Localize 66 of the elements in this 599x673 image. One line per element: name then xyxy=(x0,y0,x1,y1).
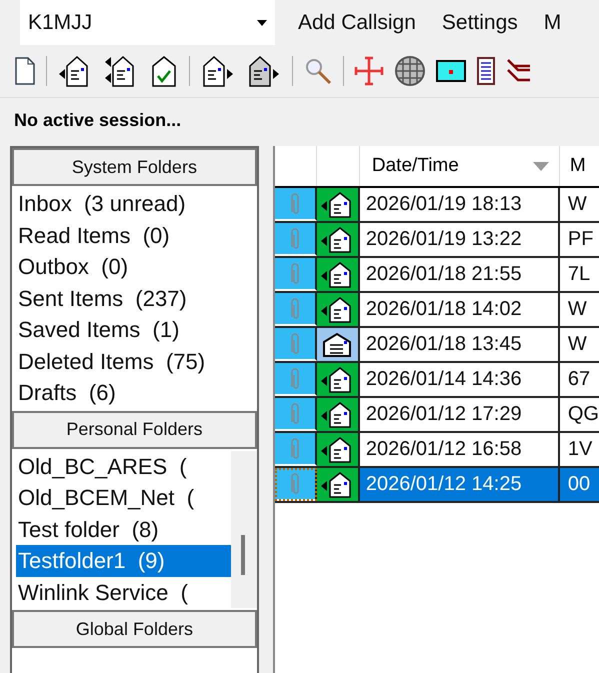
globe-icon[interactable] xyxy=(394,55,426,87)
folder-item[interactable]: Winlink Service ( xyxy=(12,576,231,608)
menu-item[interactable]: M xyxy=(538,10,568,34)
column-header[interactable]: M xyxy=(560,146,599,186)
folder-item[interactable]: Saved Items (1) xyxy=(12,314,257,346)
date-cell: 2026/01/18 13:45 xyxy=(360,328,560,361)
new-document-icon[interactable] xyxy=(14,56,36,86)
envelope-icon xyxy=(321,332,354,358)
table-cell-text: W xyxy=(566,297,588,322)
folder-item[interactable]: Drafts (6) xyxy=(12,377,257,408)
screen-icon[interactable] xyxy=(436,60,466,82)
search-icon[interactable] xyxy=(303,56,333,86)
paperclip-icon xyxy=(288,296,301,320)
table-cell: 00 xyxy=(560,468,599,501)
date-cell: 2026/01/12 16:58 xyxy=(360,433,560,466)
table-cell-text: 7L xyxy=(566,262,592,287)
callsign-dropdown[interactable]: K1MJJ xyxy=(20,0,275,45)
paperclip-icon xyxy=(288,332,301,356)
folder-item[interactable]: Test folder (8) xyxy=(12,514,231,545)
message-row[interactable]: 2026/01/19 13:22 PF xyxy=(274,223,599,258)
date-cell: 2026/01/18 21:55 xyxy=(360,258,560,291)
scrollbar[interactable] xyxy=(230,450,257,608)
menu-item[interactable]: Settings xyxy=(436,10,524,34)
column-header[interactable]: Date/Time xyxy=(360,146,560,186)
caret-icon xyxy=(257,20,267,26)
message-row[interactable]: 2026/01/19 18:13 W xyxy=(274,188,599,223)
table-cell-text: QG xyxy=(566,402,599,427)
session-status: No active session... xyxy=(13,109,182,132)
date-cell: 2026/01/19 13:22 xyxy=(360,223,560,256)
folder-item[interactable]: Deleted Items (75) xyxy=(12,346,257,377)
folder-item[interactable]: Old_BCEM_Net ( xyxy=(12,482,231,514)
paperclip-icon xyxy=(288,262,301,286)
list-document-icon[interactable] xyxy=(476,56,496,86)
table-cell-text: 1V xyxy=(566,437,594,462)
paperclip-icon xyxy=(288,472,301,496)
folder-item[interactable]: Sent Items (237) xyxy=(12,282,257,314)
folder-section-header[interactable]: System Folders xyxy=(12,148,257,186)
menu-item[interactable]: Add Callsign xyxy=(292,10,422,34)
date-cell: 2026/01/14 14:36 xyxy=(360,363,560,396)
paperclip-icon xyxy=(288,436,301,460)
date-cell: 2026/01/12 14:25 xyxy=(360,468,560,501)
date-cell: 2026/01/19 18:13 xyxy=(360,188,560,221)
message-row[interactable]: 2026/01/18 21:55 7L xyxy=(274,258,599,293)
message-row[interactable]: 2026/01/12 17:29 QG xyxy=(274,398,599,433)
message-row[interactable]: 2026/01/14 14:36 67 xyxy=(274,363,599,398)
date-cell: 2026/01/12 17:29 xyxy=(360,398,560,431)
message-row[interactable]: 2026/01/18 14:02 W xyxy=(274,293,599,328)
message-row[interactable]: 2026/01/12 14:25 00 xyxy=(274,468,599,503)
folder-section-header[interactable]: Personal Folders xyxy=(12,410,257,448)
table-cell-text: 67 xyxy=(566,367,592,392)
folder-section-header[interactable]: Global Folders xyxy=(12,610,257,648)
crosshair-icon[interactable] xyxy=(354,56,384,86)
date-cell: 2026/01/18 14:02 xyxy=(360,293,560,326)
table-cell-text: W xyxy=(566,332,588,357)
paperclip-icon xyxy=(288,192,301,216)
folder-item[interactable]: Outbox (0) xyxy=(12,251,257,282)
folder-item[interactable]: Read Items (0) xyxy=(12,220,257,251)
message-row[interactable]: 2026/01/18 13:45 W xyxy=(274,328,599,363)
paperclip-icon xyxy=(288,402,301,426)
table-cell-text: W xyxy=(566,192,588,217)
folder-item[interactable]: Old_BC_ARES ( xyxy=(12,450,231,482)
folder-item[interactable]: Testfolder1 (9) xyxy=(16,545,231,576)
folder-item[interactable]: Inbox (3 unread) xyxy=(12,188,257,220)
paperclip-icon xyxy=(288,226,301,250)
paperclip-icon xyxy=(288,366,301,390)
table-cell-text: PF xyxy=(566,227,594,252)
